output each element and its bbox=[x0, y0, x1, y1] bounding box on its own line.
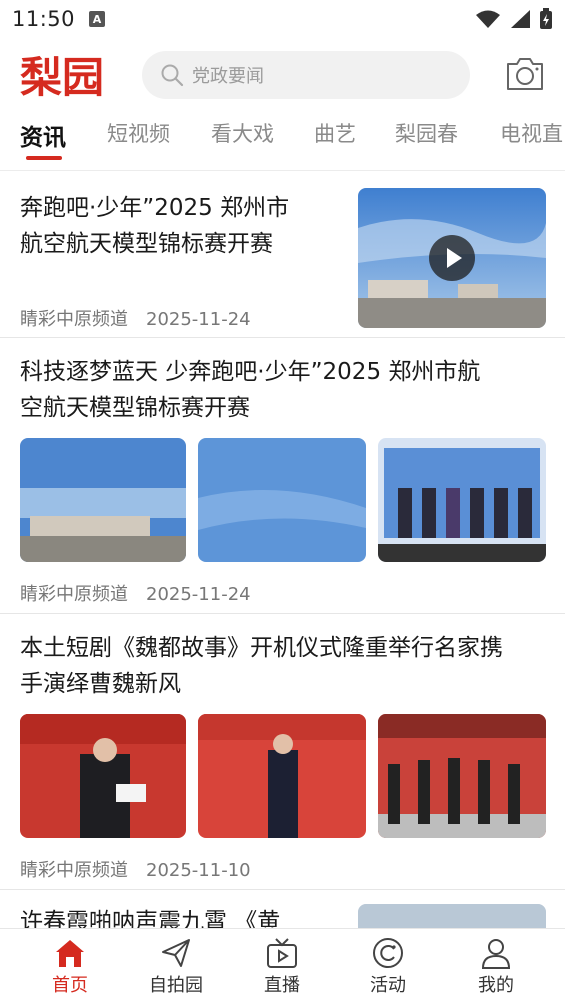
video-thumbnail[interactable] bbox=[358, 188, 546, 328]
image-thumbnail[interactable] bbox=[378, 438, 546, 562]
news-source: 睛彩中原频道 bbox=[20, 860, 128, 881]
nav-label: 直播 bbox=[264, 975, 300, 996]
nav-profile[interactable]: 我的 bbox=[456, 937, 536, 997]
nav-activity[interactable]: 活动 bbox=[348, 937, 428, 997]
nav-label: 活动 bbox=[370, 975, 406, 996]
news-date: 2025-11-10 bbox=[146, 860, 251, 881]
news-item[interactable]: 奔跑吧·少年”2025 郑州市 航空航天模型锦标赛开赛 睛彩中原频道 2025-1… bbox=[0, 172, 565, 338]
news-source: 睛彩中原频道 bbox=[20, 584, 128, 605]
news-feed[interactable]: 奔跑吧·少年”2025 郑州市 航空航天模型锦标赛开赛 睛彩中原频道 2025-1… bbox=[0, 172, 565, 928]
search-placeholder: 党政要闻 bbox=[192, 66, 264, 87]
news-date: 2025-11-24 bbox=[146, 309, 251, 330]
app-logo[interactable]: 梨园 bbox=[20, 46, 116, 106]
status-bar: 11:50 A bbox=[0, 0, 565, 38]
image-thumbnail[interactable] bbox=[378, 714, 546, 838]
nav-label: 首页 bbox=[52, 975, 88, 996]
notification-icon: A bbox=[89, 11, 106, 27]
news-title: 科技逐梦蓝天 少奔跑吧·少年”2025 郑州市航 空航天模型锦标赛开赛 bbox=[20, 354, 550, 426]
tab-quyi[interactable]: 曲艺 bbox=[314, 118, 356, 148]
search-bar[interactable]: 党政要闻 bbox=[142, 51, 470, 99]
title-line: 奔跑吧·少年”2025 郑州市 bbox=[20, 195, 290, 221]
tabs-divider bbox=[0, 170, 565, 171]
nav-label: 自拍园 bbox=[149, 975, 203, 996]
tv-play-icon bbox=[267, 938, 297, 968]
status-icons bbox=[475, 8, 553, 30]
active-tab-indicator bbox=[26, 156, 62, 160]
nav-label: 我的 bbox=[478, 975, 514, 996]
title-line: 空航天模型锦标赛开赛 bbox=[20, 395, 250, 421]
news-title: 许春霞啪呐声震九霄 《黄 bbox=[20, 904, 340, 928]
nav-selfie-garden[interactable]: 自拍园 bbox=[136, 937, 216, 997]
tab-short-video[interactable]: 短视频 bbox=[107, 118, 170, 148]
news-source: 睛彩中原频道 bbox=[20, 309, 128, 330]
news-date: 2025-11-24 bbox=[146, 584, 251, 605]
image-thumbnail[interactable] bbox=[358, 904, 546, 928]
activity-icon bbox=[373, 938, 403, 968]
image-thumbnail[interactable] bbox=[20, 714, 186, 838]
news-meta: 睛彩中原频道 2025-11-10 bbox=[20, 856, 251, 882]
nav-live[interactable]: 直播 bbox=[242, 937, 322, 997]
news-meta: 睛彩中原频道 2025-11-24 bbox=[20, 305, 251, 331]
tab-tv-live[interactable]: 电视直 bbox=[500, 118, 563, 148]
news-item[interactable]: 本土短剧《魏都故事》开机仪式隆重举行名家携 手演绎曹魏新风 睛彩中原频道 2025… bbox=[0, 614, 565, 890]
bottom-navigation: 首页 自拍园 直播 活动 我的 bbox=[0, 928, 565, 1004]
image-thumbnail[interactable] bbox=[198, 438, 366, 562]
signal-icon bbox=[511, 10, 530, 28]
wifi-icon bbox=[476, 10, 500, 28]
category-tabs: 资讯 短视频 看大戏 曲艺 梨园春 电视直 bbox=[0, 110, 565, 162]
user-icon bbox=[481, 939, 511, 969]
news-meta: 睛彩中原频道 2025-11-24 bbox=[20, 580, 251, 606]
news-item[interactable]: 科技逐梦蓝天 少奔跑吧·少年”2025 郑州市航 空航天模型锦标赛开赛 睛彩中原… bbox=[0, 338, 565, 614]
title-line: 科技逐梦蓝天 少奔跑吧·少年”2025 郑州市航 bbox=[20, 359, 481, 385]
title-line: 本土短剧《魏都故事》开机仪式隆重举行名家携 bbox=[20, 635, 503, 661]
battery-icon bbox=[540, 8, 552, 29]
title-line: 许春霞啪呐声震九霄 《黄 bbox=[20, 909, 281, 928]
search-icon bbox=[161, 64, 184, 87]
send-icon bbox=[162, 939, 190, 967]
tab-news[interactable]: 资讯 bbox=[20, 118, 66, 152]
news-item[interactable]: 许春霞啪呐声震九霄 《黄 bbox=[0, 890, 565, 928]
logo-text: 梨园 bbox=[20, 53, 104, 102]
nav-home[interactable]: 首页 bbox=[30, 937, 110, 997]
image-thumbnail[interactable] bbox=[198, 714, 366, 838]
image-thumbnail[interactable] bbox=[20, 438, 186, 562]
camera-icon[interactable] bbox=[504, 55, 546, 93]
news-title: 奔跑吧·少年”2025 郑州市 航空航天模型锦标赛开赛 bbox=[20, 190, 340, 262]
play-icon bbox=[429, 235, 475, 281]
tab-opera[interactable]: 看大戏 bbox=[211, 118, 274, 148]
home-icon bbox=[56, 940, 84, 967]
top-bar: 梨园 党政要闻 bbox=[0, 42, 565, 110]
tab-liyuanchun[interactable]: 梨园春 bbox=[395, 118, 458, 148]
title-line: 航空航天模型锦标赛开赛 bbox=[20, 231, 273, 257]
status-time: 11:50 bbox=[12, 7, 76, 31]
news-title: 本土短剧《魏都故事》开机仪式隆重举行名家携 手演绎曹魏新风 bbox=[20, 630, 550, 702]
title-line: 手演绎曹魏新风 bbox=[20, 671, 181, 697]
